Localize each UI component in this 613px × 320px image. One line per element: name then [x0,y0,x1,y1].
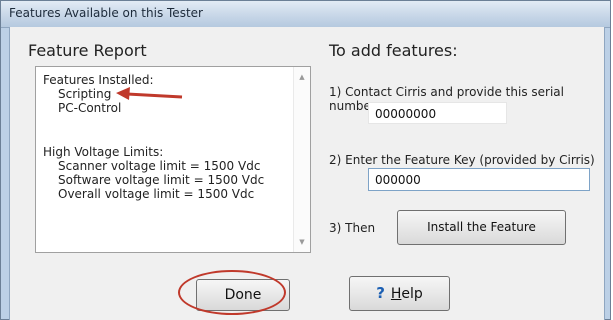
help-accelerator-letter: H [390,286,402,302]
help-label-rest: elp [401,286,423,302]
feature-report-heading: Feature Report [28,41,147,60]
features-installed-header: Features Installed: [43,73,154,87]
vertical-scrollbar[interactable]: ▲ ▼ [293,67,310,252]
scanner-voltage-limit: Scanner voltage limit = 1500 Vdc [58,159,261,173]
high-voltage-header: High Voltage Limits: [43,145,164,159]
feature-pc-control: PC-Control [58,101,122,115]
serial-number-field[interactable]: 00000000 [368,102,507,124]
help-button[interactable]: ? Help [349,276,450,311]
title-bar[interactable]: Features Available on this Tester [1,1,610,28]
window-title: Features Available on this Tester [9,6,203,20]
scroll-up-arrow-icon[interactable]: ▲ [294,73,310,81]
step2-label: 2) Enter the Feature Key (provided by Ci… [329,153,595,167]
add-features-heading: To add features: [329,41,458,60]
red-highlight-circle [178,270,286,315]
red-annotation-arrow-icon [116,87,183,100]
step3-label: 3) Then [329,221,376,235]
install-feature-button[interactable]: Install the Feature [397,210,566,245]
feature-key-input[interactable]: 000000 [368,168,590,191]
overall-voltage-limit: Overall voltage limit = 1500 Vdc [58,187,255,201]
help-question-icon: ? [376,284,385,302]
software-voltage-limit: Software voltage limit = 1500 Vdc [58,173,265,187]
scroll-down-arrow-icon[interactable]: ▼ [294,238,310,246]
